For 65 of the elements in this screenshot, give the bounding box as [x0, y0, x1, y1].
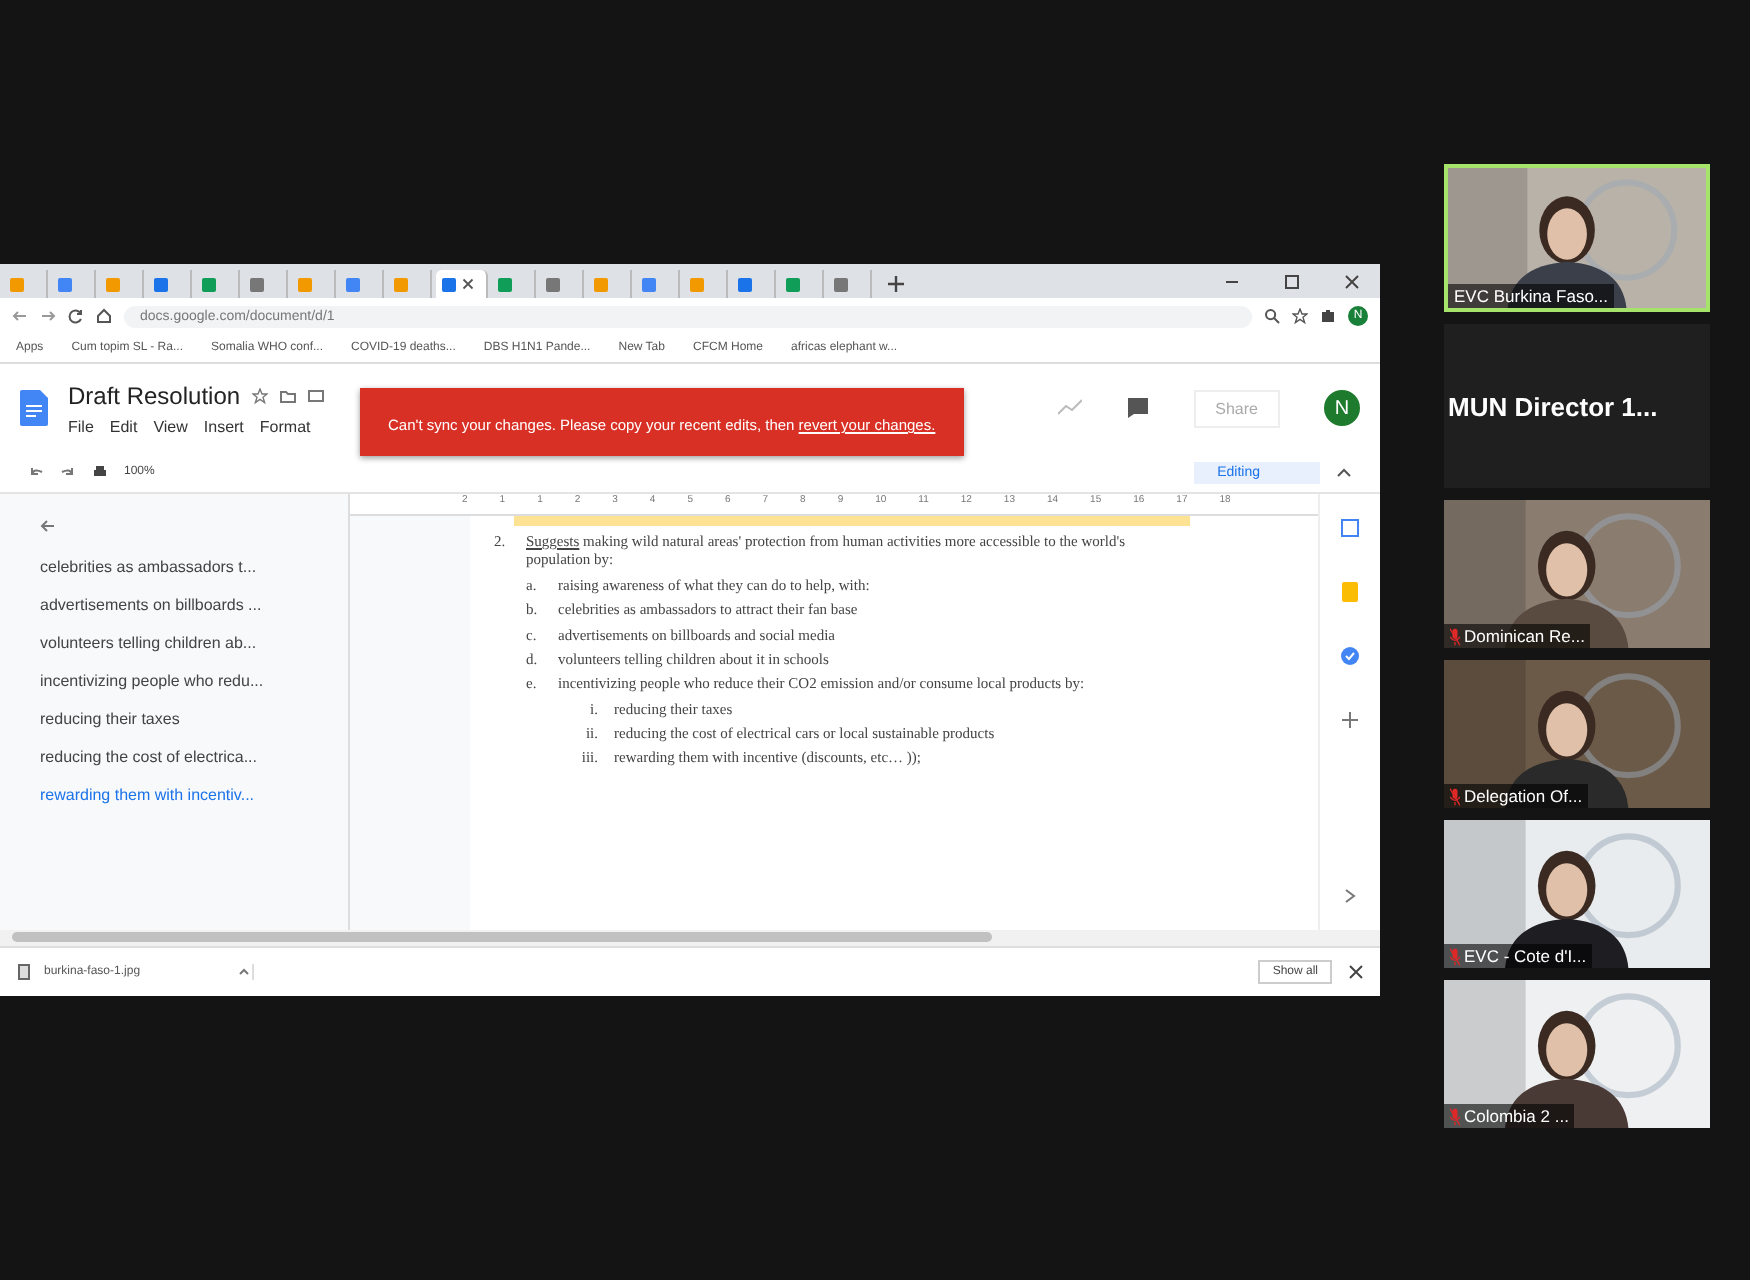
participant-tile[interactable]: EVC Burkina Faso...: [1444, 164, 1710, 312]
document-icon[interactable]: [20, 390, 48, 426]
account-avatar[interactable]: N: [1324, 390, 1360, 426]
participant-name: MUN Director 1...: [1448, 391, 1658, 421]
star-icon[interactable]: [252, 387, 269, 403]
undo-icon[interactable]: [28, 464, 44, 480]
new-tab-icon[interactable]: [888, 276, 904, 292]
add-icon[interactable]: [1340, 710, 1360, 730]
close-icon[interactable]: [1344, 274, 1360, 290]
back-arrow-icon[interactable]: [40, 518, 56, 534]
outline-item[interactable]: incentivizing people who redu...: [40, 672, 348, 710]
browser-tab[interactable]: [148, 270, 192, 298]
outline-item[interactable]: reducing their taxes: [40, 710, 348, 748]
browser-tab[interactable]: [196, 270, 240, 298]
back-icon[interactable]: [12, 308, 28, 324]
close-icon[interactable]: [462, 278, 474, 290]
redo-icon[interactable]: [60, 464, 76, 480]
browser-tab[interactable]: [636, 270, 680, 298]
tasks-icon[interactable]: [1340, 646, 1360, 666]
outline-item[interactable]: celebrities as ambassadors t...: [40, 558, 348, 596]
menu-item[interactable]: Insert: [203, 417, 244, 435]
scrollbar-thumb[interactable]: [12, 932, 992, 942]
collapse-icon[interactable]: [1336, 464, 1352, 480]
menu-item[interactable]: File: [68, 417, 94, 435]
star-icon[interactable]: [1292, 308, 1308, 324]
outline-item[interactable]: rewarding them with incentiv...: [40, 786, 348, 824]
browser-tab[interactable]: [340, 270, 384, 298]
search-icon[interactable]: [1264, 308, 1280, 324]
folder-icon[interactable]: [280, 387, 297, 403]
participant-name: EVC - Cote d'I...: [1464, 946, 1587, 966]
document-title[interactable]: Draft Resolution: [68, 381, 241, 409]
outline-item[interactable]: reducing the cost of electrica...: [40, 748, 348, 786]
browser-tab[interactable]: [492, 270, 536, 298]
browser-tab[interactable]: [52, 270, 96, 298]
outline-item[interactable]: advertisements on billboards ...: [40, 596, 348, 634]
browser-tab[interactable]: [732, 270, 776, 298]
participant-tile[interactable]: Dominican Re...: [1444, 500, 1710, 648]
caret-icon[interactable]: [236, 964, 252, 980]
browser-tab[interactable]: [780, 270, 824, 298]
participant-name: EVC Burkina Faso...: [1454, 286, 1609, 306]
file-icon: [16, 964, 32, 980]
participant-name: Delegation Of...: [1464, 786, 1583, 806]
expand-icon[interactable]: [1340, 886, 1360, 906]
print-icon[interactable]: [92, 464, 108, 480]
participant-tile[interactable]: EVC - Cote d'I...: [1444, 820, 1710, 968]
menu-item[interactable]: Format: [259, 417, 311, 435]
home-icon[interactable]: [96, 308, 112, 324]
forward-icon[interactable]: [40, 308, 56, 324]
browser-tab[interactable]: [828, 270, 872, 298]
participant-tile[interactable]: Delegation Of...: [1444, 660, 1710, 808]
maximize-icon[interactable]: [1284, 274, 1300, 290]
participant-tile[interactable]: MUN Director 1...: [1444, 324, 1710, 488]
browser-tab[interactable]: [540, 270, 584, 298]
reload-icon[interactable]: [68, 308, 84, 324]
menu-item[interactable]: Edit: [109, 417, 138, 435]
comment-icon[interactable]: [1125, 396, 1150, 420]
activity-icon[interactable]: [1057, 396, 1082, 420]
close-icon[interactable]: [1348, 964, 1364, 980]
browser-tab[interactable]: [244, 270, 288, 298]
participant-name: Colombia 2 ...: [1464, 1106, 1569, 1126]
participant-tile[interactable]: Colombia 2 ...: [1444, 980, 1710, 1128]
outline-item[interactable]: volunteers telling children ab...: [40, 634, 348, 672]
menu-item[interactable]: View: [153, 417, 188, 435]
participant-name: Dominican Re...: [1464, 626, 1585, 646]
browser-tab[interactable]: [436, 270, 488, 298]
